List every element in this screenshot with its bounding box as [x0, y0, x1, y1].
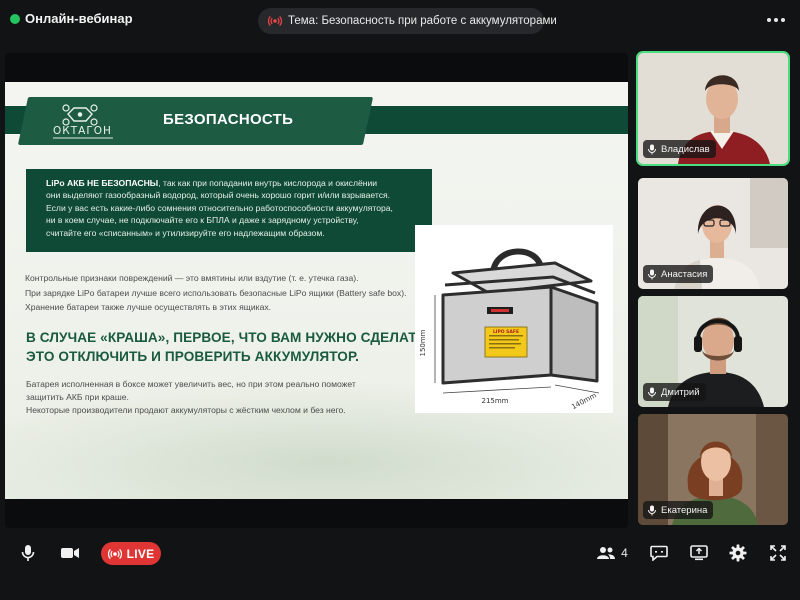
- more-dot-icon: [781, 18, 785, 22]
- expand-icon: [770, 545, 786, 561]
- logo-underline: [53, 137, 113, 139]
- participant-name: Екатерина: [661, 504, 708, 516]
- settings-button[interactable]: [727, 535, 749, 571]
- chat-button[interactable]: [648, 535, 670, 571]
- slide-body-text: Контрольные признаки повреждений — это в…: [25, 271, 406, 315]
- participant-name-tag: Екатерина: [643, 501, 714, 519]
- participant-tile[interactable]: Екатерина: [638, 414, 788, 525]
- participant-tile[interactable]: Дмитрий: [638, 296, 788, 407]
- webinar-topic: Тема: Безопасность при работе с аккумуля…: [288, 15, 557, 27]
- safe-bag-label: LIPO SAFE: [493, 329, 519, 335]
- battery-bag-illustration: LIPO SAFE 150mm 215mm 140mm: [419, 248, 600, 411]
- camera-button[interactable]: [58, 535, 82, 571]
- warning-line: Если у вас есть какие-либо сомнения отно…: [46, 202, 393, 213]
- warning-box: LiPo АКБ НЕ БЕЗОПАСНЫ, так как при попад…: [26, 169, 432, 252]
- broadcast-icon: [107, 548, 122, 559]
- slide-heading: БЕЗОПАСНОСТЬ: [163, 111, 294, 128]
- crash-heading: В СЛУЧАЕ «КРАША», ПЕРВОЕ, ЧТО ВАМ НУЖНО …: [26, 328, 430, 366]
- microphone-icon: [21, 545, 35, 561]
- fullscreen-button[interactable]: [767, 535, 789, 571]
- participants-button[interactable]: 4: [594, 535, 630, 571]
- warning-text: , так как при попадании внутрь кислорода…: [158, 178, 378, 188]
- lipo-safe-bag-image: LIPO SAFE 150mm 215mm 140mm: [415, 225, 613, 413]
- participant-name-tag: Владислав: [643, 140, 716, 158]
- body-line: При зарядке LiPo батареи лучше всего исп…: [25, 287, 407, 298]
- dimension-width: 215mm: [482, 397, 509, 405]
- participant-name: Анастасия: [661, 268, 708, 280]
- participant-name-tag: Анастасия: [643, 265, 714, 283]
- broadcast-icon: [268, 15, 282, 27]
- video-camera-icon: [61, 548, 79, 558]
- footer-line: защитить АКБ при краше.: [26, 391, 129, 402]
- people-icon: [597, 547, 616, 559]
- slide-footer-text: Батарея исполненная в боксе может увелич…: [26, 378, 356, 416]
- warning-strong: LiPo АКБ НЕ БЕЗОПАСНЫ: [46, 178, 159, 188]
- top-bar: Онлайн-вебинар Тема: Безопасность при ра…: [0, 0, 800, 40]
- octagon-logo-icon: [62, 104, 98, 126]
- participant-name: Дмитрий: [661, 386, 700, 398]
- presentation-stage[interactable]: ОКТАГОН БЕЗОПАСНОСТЬ LiPo АКБ НЕ БЕЗОПАС…: [5, 53, 628, 528]
- microphone-button[interactable]: [16, 535, 40, 571]
- body-line: Хранение батареи также лучше осуществлят…: [25, 302, 272, 313]
- participant-tile[interactable]: Анастасия: [638, 178, 788, 289]
- logo-text: ОКТАГОН: [53, 125, 112, 137]
- more-dot-icon: [774, 18, 778, 22]
- presentation-slide: ОКТАГОН БЕЗОПАСНОСТЬ LiPo АКБ НЕ БЕЗОПАС…: [5, 82, 628, 499]
- participant-name: Владислав: [661, 143, 710, 155]
- more-options-button[interactable]: [764, 12, 788, 28]
- warning-line: LiPo АКБ НЕ БЕЗОПАСНЫ, так как при попад…: [46, 177, 432, 189]
- microphone-icon: [648, 387, 656, 397]
- dimension-height: 150mm: [419, 329, 427, 356]
- crash-line: В СЛУЧАЕ «КРАША», ПЕРВОЕ, ЧТО ВАМ НУЖНО …: [26, 330, 431, 345]
- body-line: Контрольные признаки повреждений — это в…: [25, 273, 359, 283]
- share-screen-button[interactable]: [688, 535, 710, 571]
- footer-line: Некоторые производители продают аккумуля…: [26, 404, 346, 415]
- screen-share-icon: [690, 545, 708, 561]
- participant-count: 4: [621, 546, 628, 560]
- live-label: LIVE: [126, 546, 155, 561]
- warning-line: считайте его «списанным» и утилизируйте …: [46, 227, 325, 238]
- app-title: Онлайн-вебинар: [25, 11, 133, 26]
- microphone-icon: [648, 144, 656, 154]
- chat-icon: [650, 545, 668, 561]
- more-dot-icon: [767, 18, 771, 22]
- microphone-icon: [648, 505, 656, 515]
- dimension-depth: 140mm: [570, 391, 598, 411]
- microphone-icon: [648, 269, 656, 279]
- topic-pill: Тема: Безопасность при работе с аккумуля…: [258, 8, 557, 34]
- crash-line: ЭТО ОТКЛЮЧИТЬ И ПРОВЕРИТЬ АККУМУЛЯТОР.: [26, 349, 359, 364]
- bottom-toolbar: LIVE 4: [0, 535, 800, 575]
- live-button[interactable]: LIVE: [101, 542, 161, 565]
- participant-name-tag: Дмитрий: [643, 383, 706, 401]
- online-status-dot: [10, 14, 20, 24]
- warning-line: ни в коем случае, не подключайте его к Б…: [46, 215, 359, 226]
- participant-tile[interactable]: Владислав: [638, 53, 788, 164]
- warning-line: они выделяют газообразный водород, котор…: [46, 190, 391, 201]
- footer-line: Батарея исполненная в боксе может увелич…: [26, 379, 356, 389]
- gear-icon: [729, 544, 747, 562]
